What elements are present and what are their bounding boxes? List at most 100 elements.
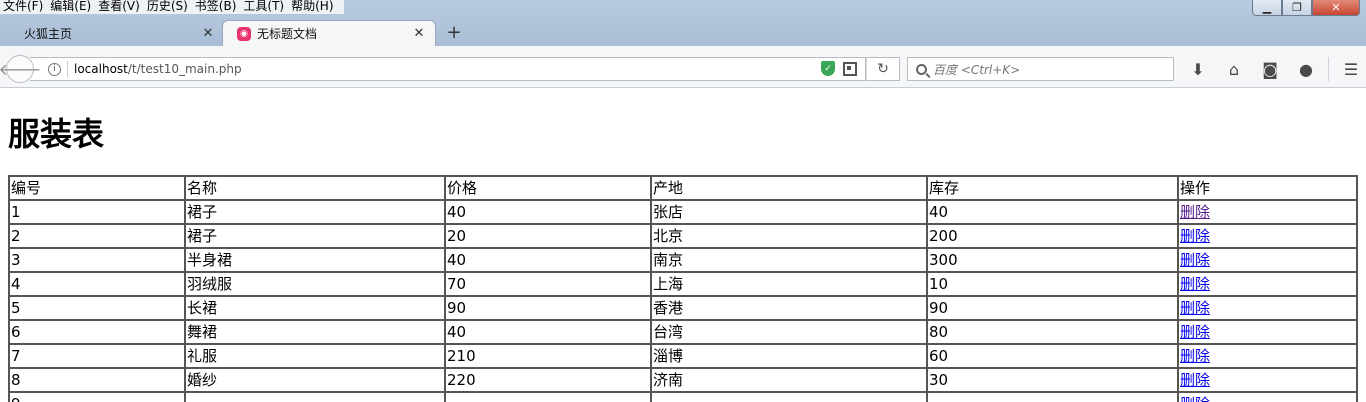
header-origin: 产地 bbox=[651, 176, 927, 200]
back-button[interactable]: 🡐 bbox=[0, 55, 41, 83]
navigation-toolbar: 🡐 i localhost /t/test10_main.php ✓ ↻ 百度 … bbox=[0, 46, 1366, 88]
qr-code-icon[interactable] bbox=[843, 61, 857, 76]
cell-price: 220 bbox=[445, 368, 651, 392]
menu-tools[interactable]: 工具(T) bbox=[240, 0, 288, 14]
table-row: 2 裙子 20 北京 200 删除 bbox=[9, 224, 1357, 248]
cell-origin: 上海 bbox=[651, 272, 927, 296]
cell-action: 删除 bbox=[1178, 272, 1357, 296]
clothing-table: 编号 名称 价格 产地 库存 操作 1 裙子 40 张店 40 删除 2 裙子 … bbox=[8, 175, 1358, 402]
cell-origin: 淄博 bbox=[651, 344, 927, 368]
cell-id: 1 bbox=[9, 200, 185, 224]
cell-stock: 200 bbox=[927, 224, 1178, 248]
delete-link[interactable]: 删除 bbox=[1180, 299, 1210, 317]
tab-close-icon[interactable]: ✕ bbox=[411, 26, 427, 41]
table-row: 5 长裙 90 香港 90 删除 bbox=[9, 296, 1357, 320]
cell-origin bbox=[651, 392, 927, 402]
cell-origin: 香港 bbox=[651, 296, 927, 320]
cell-name: 舞裙 bbox=[185, 320, 445, 344]
cell-id: 4 bbox=[9, 272, 185, 296]
cell-stock bbox=[927, 392, 1178, 402]
tab-untitled-document[interactable]: ◉ 无标题文档 ✕ bbox=[222, 20, 436, 46]
delete-link[interactable]: 删除 bbox=[1180, 203, 1210, 221]
plus-icon: + bbox=[446, 22, 462, 43]
delete-link[interactable]: 删除 bbox=[1180, 347, 1210, 365]
cell-stock: 300 bbox=[927, 248, 1178, 272]
cell-id: 5 bbox=[9, 296, 185, 320]
cell-action: 删除 bbox=[1178, 392, 1357, 402]
minimize-button[interactable]: ▁ bbox=[1252, 0, 1282, 16]
chat-bubble-icon[interactable]: ● bbox=[1288, 57, 1324, 81]
menu-history[interactable]: 历史(S) bbox=[144, 0, 192, 14]
cell-price: 70 bbox=[445, 272, 651, 296]
close-window-button[interactable]: ✕ bbox=[1312, 0, 1360, 16]
minimize-icon: ▁ bbox=[1262, 1, 1272, 14]
header-id: 编号 bbox=[9, 176, 185, 200]
cell-id: 7 bbox=[9, 344, 185, 368]
header-stock: 库存 bbox=[927, 176, 1178, 200]
downloads-icon[interactable]: ⬇ bbox=[1180, 57, 1216, 81]
shield-icon[interactable]: ✓ bbox=[821, 61, 835, 76]
menu-file[interactable]: 文件(F) bbox=[0, 0, 47, 14]
search-icon bbox=[916, 63, 927, 75]
cell-action: 删除 bbox=[1178, 248, 1357, 272]
cell-origin: 济南 bbox=[651, 368, 927, 392]
delete-link[interactable]: 删除 bbox=[1180, 227, 1210, 245]
menu-bookmarks[interactable]: 书签(B) bbox=[192, 0, 241, 14]
tab-strip: 火狐主页 ✕ ◉ 无标题文档 ✕ + bbox=[0, 18, 1366, 46]
menu-help[interactable]: 帮助(H) bbox=[288, 0, 337, 14]
cell-stock: 80 bbox=[927, 320, 1178, 344]
url-bar-actions: ✓ bbox=[821, 61, 857, 76]
cell-action: 删除 bbox=[1178, 296, 1357, 320]
cell-price: 40 bbox=[445, 200, 651, 224]
delete-link[interactable]: 删除 bbox=[1180, 275, 1210, 293]
new-tab-button[interactable]: + bbox=[444, 22, 464, 43]
hamburger-menu-icon[interactable]: ☰ bbox=[1333, 57, 1366, 81]
cell-action: 删除 bbox=[1178, 224, 1357, 248]
tab-label: 无标题文档 bbox=[257, 27, 318, 41]
header-price: 价格 bbox=[445, 176, 651, 200]
pocket-icon[interactable]: ◙ bbox=[1252, 57, 1288, 81]
search-bar[interactable]: 百度 <Ctrl+K> bbox=[907, 57, 1174, 81]
cell-price bbox=[445, 392, 651, 402]
restore-icon: ❐ bbox=[1292, 1, 1302, 14]
delete-link[interactable]: 删除 bbox=[1180, 251, 1210, 269]
toolbar-separator bbox=[1328, 57, 1329, 81]
search-placeholder: 百度 <Ctrl+K> bbox=[933, 62, 1021, 77]
delete-link[interactable]: 删除 bbox=[1180, 371, 1210, 389]
cell-stock: 30 bbox=[927, 368, 1178, 392]
cell-price: 40 bbox=[445, 248, 651, 272]
cell-origin: 台湾 bbox=[651, 320, 927, 344]
cell-stock: 90 bbox=[927, 296, 1178, 320]
cell-action: 删除 bbox=[1178, 320, 1357, 344]
window-titlebar: 文件(F) 编辑(E) 查看(V) 历史(S) 书签(B) 工具(T) 帮助(H… bbox=[0, 0, 1366, 46]
cell-id: 3 bbox=[9, 248, 185, 272]
maximize-button[interactable]: ❐ bbox=[1282, 0, 1312, 16]
cell-name: 半身裙 bbox=[185, 248, 445, 272]
cell-stock: 40 bbox=[927, 200, 1178, 224]
tab-close-icon[interactable]: ✕ bbox=[200, 26, 216, 41]
cell-name bbox=[185, 392, 445, 402]
home-icon[interactable]: ⌂ bbox=[1216, 57, 1252, 81]
menu-edit[interactable]: 编辑(E) bbox=[47, 0, 95, 14]
url-bar[interactable]: i localhost /t/test10_main.php ✓ bbox=[30, 57, 866, 81]
cell-price: 40 bbox=[445, 320, 651, 344]
table-row: 7 礼服 210 淄博 60 删除 bbox=[9, 344, 1357, 368]
tab-label: 火狐主页 bbox=[24, 26, 73, 41]
header-name: 名称 bbox=[185, 176, 445, 200]
url-separator bbox=[67, 61, 68, 77]
page-content: 服装表 编号 名称 价格 产地 库存 操作 1 裙子 40 张店 40 删除 2 bbox=[0, 89, 1366, 402]
url-host: localhost bbox=[74, 62, 128, 76]
cell-action: 删除 bbox=[1178, 200, 1357, 224]
delete-link[interactable]: 删除 bbox=[1180, 395, 1210, 402]
tab-firefox-home[interactable]: 火狐主页 ✕ bbox=[2, 20, 224, 46]
cell-stock: 10 bbox=[927, 272, 1178, 296]
table-header-row: 编号 名称 价格 产地 库存 操作 bbox=[9, 176, 1357, 200]
delete-link[interactable]: 删除 bbox=[1180, 323, 1210, 341]
cell-id: 6 bbox=[9, 320, 185, 344]
menu-view[interactable]: 查看(V) bbox=[95, 0, 144, 14]
url-path: /t/test10_main.php bbox=[127, 62, 242, 76]
reload-button[interactable]: ↻ bbox=[866, 57, 900, 81]
cell-action: 删除 bbox=[1178, 344, 1357, 368]
table-row: 9 删除 bbox=[9, 392, 1357, 402]
info-icon[interactable]: i bbox=[48, 62, 61, 76]
